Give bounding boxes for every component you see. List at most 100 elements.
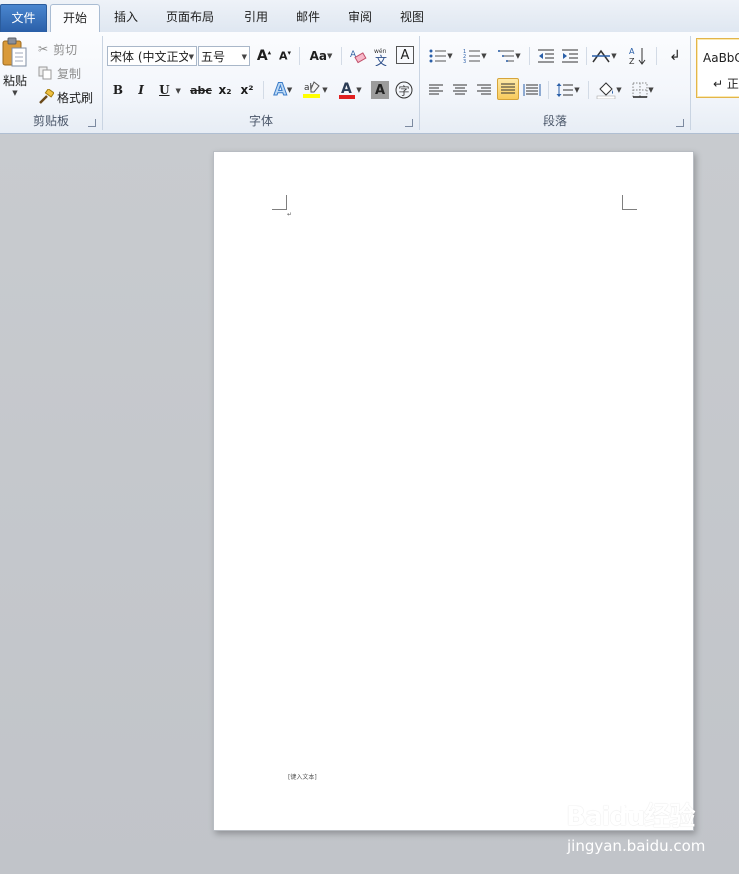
- cut-button[interactable]: ✂ 剪切: [38, 40, 77, 58]
- divider: [341, 47, 342, 65]
- subscript-button[interactable]: x₂: [215, 80, 235, 100]
- copy-button[interactable]: 复制: [38, 64, 81, 82]
- shrink-font-icon: A▾: [278, 49, 292, 63]
- enclose-characters-button[interactable]: 字: [394, 80, 414, 100]
- tab-view[interactable]: 视图: [390, 4, 434, 31]
- paw-icon: [614, 789, 650, 816]
- font-group-label: 字体: [248, 114, 273, 128]
- document-page[interactable]: ↵ [键入文本]: [213, 151, 694, 831]
- italic-icon: I: [138, 83, 144, 97]
- show-formatting-marks-button[interactable]: ↲: [664, 45, 686, 67]
- chinese-layout-icon: [592, 49, 611, 63]
- footer-placeholder[interactable]: [键入文本]: [288, 772, 317, 781]
- numbering-button[interactable]: 1 2 3 ▼: [460, 45, 490, 67]
- paint-bucket-icon: [597, 82, 616, 99]
- align-center-button[interactable]: [450, 79, 470, 101]
- clipboard-group: 粘贴 ▼ ✂ 剪切 复制 格式刷 剪贴板: [0, 32, 102, 133]
- increase-indent-button[interactable]: [559, 45, 581, 67]
- shading-button[interactable]: ▼: [594, 79, 624, 101]
- font-color-icon: A: [339, 81, 356, 99]
- phonetic-guide-button[interactable]: wén 文: [371, 45, 393, 67]
- numbering-icon: 1 2 3: [463, 49, 481, 64]
- chevron-down-icon: ▼: [241, 53, 247, 61]
- strikethrough-button[interactable]: abc: [190, 80, 212, 100]
- svg-text:Z: Z: [629, 57, 635, 66]
- divider: [588, 81, 589, 99]
- format-painter-icon: [39, 89, 54, 104]
- bold-icon: B: [112, 83, 124, 97]
- bold-button[interactable]: B: [109, 80, 127, 100]
- divider: [529, 47, 530, 65]
- paste-button[interactable]: 粘贴 ▼: [0, 36, 30, 106]
- grow-font-button[interactable]: A▴: [255, 46, 273, 66]
- tab-review[interactable]: 审阅: [338, 4, 382, 31]
- divider: [299, 47, 300, 65]
- bullets-button[interactable]: ▼: [426, 45, 456, 67]
- italic-button[interactable]: I: [132, 80, 150, 100]
- character-border-button[interactable]: A: [396, 46, 414, 64]
- paragraph-mark: ↵: [287, 211, 293, 218]
- tab-insert[interactable]: 插入: [104, 4, 148, 31]
- character-border-icon: A: [400, 47, 410, 63]
- borders-button[interactable]: ▼: [628, 79, 658, 101]
- tab-home[interactable]: 开始: [50, 4, 100, 33]
- change-case-button[interactable]: Aa ▼: [306, 46, 336, 66]
- shrink-font-button[interactable]: A▾: [276, 46, 294, 66]
- align-center-icon: [453, 84, 467, 95]
- paragraph-group: ▼ 1 2 3 ▼ ▼ ▼ A Z ↲ ▼ ▼ ▼ 段落: [420, 32, 690, 133]
- change-case-label: Aa: [309, 49, 327, 63]
- highlight-button[interactable]: ab ▼: [300, 79, 330, 101]
- chevron-down-icon: ▼: [322, 86, 328, 94]
- chevron-down-icon: ▼: [327, 52, 333, 60]
- tab-page-layout[interactable]: 页面布局: [158, 4, 222, 31]
- paragraph-dialog-launcher-icon[interactable]: [676, 119, 684, 127]
- divider: [548, 81, 549, 99]
- decrease-indent-button[interactable]: [535, 45, 557, 67]
- paste-dropdown-icon[interactable]: ▼: [12, 89, 17, 97]
- chinese-layout-button[interactable]: ▼: [590, 45, 618, 67]
- decrease-indent-icon: [538, 49, 554, 63]
- underline-button[interactable]: U ▼: [155, 80, 185, 100]
- font-color-button[interactable]: A ▼: [335, 79, 365, 101]
- chevron-down-icon: ▼: [356, 86, 362, 94]
- cut-label: 剪切: [53, 42, 78, 57]
- multilevel-list-button[interactable]: ▼: [494, 45, 524, 67]
- character-shading-button[interactable]: A: [371, 81, 389, 99]
- show-marks-icon: ↲: [669, 48, 681, 64]
- chevron-down-icon: ▼: [616, 86, 622, 94]
- paste-label: 粘贴: [2, 74, 27, 88]
- style-normal[interactable]: AaBbC ↵ 正: [696, 38, 739, 98]
- sort-button[interactable]: A Z: [627, 45, 649, 67]
- text-effects-button[interactable]: A ▼: [269, 79, 297, 101]
- justify-button[interactable]: [497, 78, 519, 100]
- tab-mailings[interactable]: 邮件: [286, 4, 330, 31]
- superscript-button[interactable]: x²: [237, 80, 257, 100]
- enclose-characters-icon: 字: [395, 81, 413, 99]
- clipboard-dialog-launcher-icon[interactable]: [88, 119, 96, 127]
- font-dialog-launcher-icon[interactable]: [405, 119, 413, 127]
- format-painter-button[interactable]: 格式刷: [38, 88, 93, 106]
- font-name-value: 宋体 (中文正文: [110, 50, 191, 64]
- tab-file[interactable]: 文件: [0, 4, 47, 32]
- bullets-icon: [429, 49, 447, 63]
- underline-icon: U: [159, 83, 170, 97]
- grow-font-icon: A▴: [256, 48, 272, 64]
- chevron-down-icon: ▼: [447, 52, 453, 60]
- line-spacing-button[interactable]: ▼: [554, 79, 582, 101]
- text-effects-icon: A: [273, 80, 287, 101]
- font-group: 宋体 (中文正文 ▼ 五号 ▼ A▴ A▾ Aa ▼ A wén 文 A B I…: [103, 32, 419, 133]
- chevron-down-icon: ▼: [611, 52, 617, 60]
- font-name-dropdown[interactable]: 宋体 (中文正文 ▼: [107, 46, 197, 66]
- justify-icon: [501, 83, 515, 94]
- character-shading-icon: A: [374, 82, 386, 98]
- font-size-dropdown[interactable]: 五号 ▼: [198, 46, 250, 66]
- borders-icon: [632, 82, 648, 98]
- distributed-button[interactable]: [522, 79, 542, 101]
- clear-formatting-button[interactable]: A: [347, 45, 369, 67]
- align-left-button[interactable]: [426, 79, 446, 101]
- tab-references[interactable]: 引用: [234, 4, 278, 31]
- paste-icon: [2, 37, 27, 67]
- chevron-down-icon: ▼: [175, 85, 181, 95]
- align-right-button[interactable]: [474, 79, 494, 101]
- svg-text:文: 文: [375, 53, 387, 66]
